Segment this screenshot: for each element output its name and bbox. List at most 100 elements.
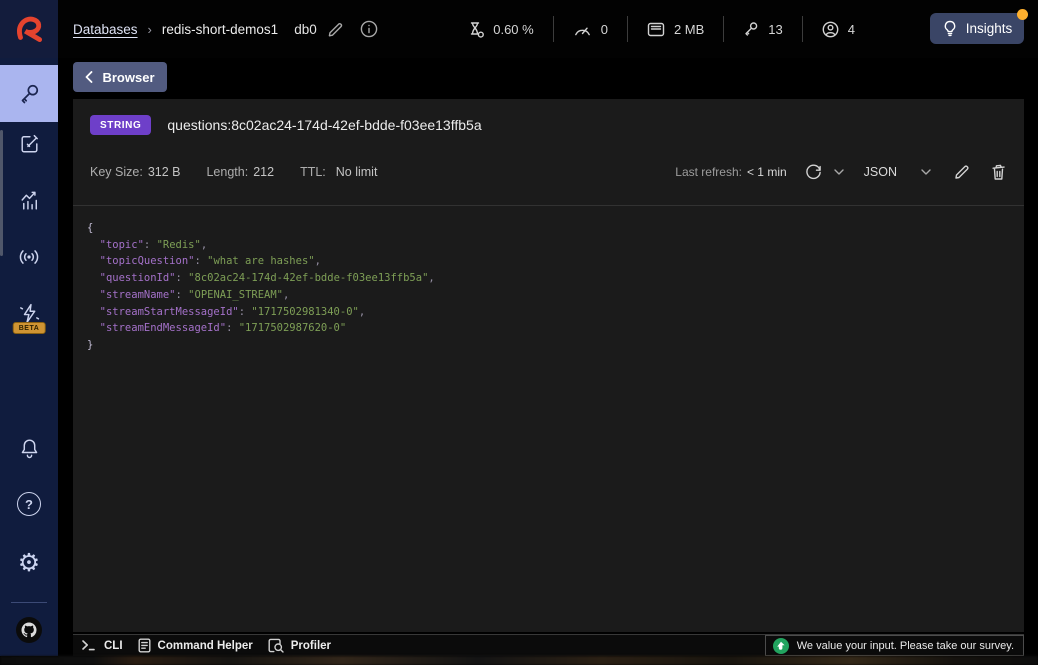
ttl-meta[interactable]: TTL: No limit — [300, 165, 377, 179]
bottom-toolbar: CLI Command Helper Profiler We value you… — [73, 634, 1024, 656]
analytics-chart-icon — [17, 188, 42, 213]
code-token: : — [226, 322, 239, 335]
help-center-button[interactable]: ? — [0, 482, 58, 526]
help-icon: ? — [17, 492, 41, 516]
bell-icon — [17, 436, 42, 461]
breadcrumb-separator: › — [147, 21, 152, 37]
sidebar-item-workbench[interactable] — [0, 121, 58, 165]
cpu-value: 0.60 % — [493, 21, 534, 37]
database-name: redis-short-demos1 — [161, 21, 279, 37]
browser-back-button[interactable]: Browser — [73, 62, 167, 92]
command-helper-button[interactable]: Command Helper — [138, 638, 253, 653]
terminal-icon — [82, 640, 95, 651]
code-token: { — [87, 222, 94, 234]
key-stat-icon — [743, 21, 759, 37]
sidebar-item-analytics[interactable] — [0, 178, 58, 222]
code-token: "what are hashes" — [207, 255, 315, 268]
memory-stat[interactable]: 2 MB — [628, 22, 723, 37]
code-token: } — [87, 338, 94, 351]
auto-refresh-chevron-icon[interactable] — [833, 169, 844, 175]
notification-center-button[interactable] — [0, 426, 58, 470]
code-token: : — [175, 288, 189, 301]
sidebar-item-pubsub[interactable] — [0, 235, 58, 279]
cpu-stat[interactable]: 0.60 % — [449, 21, 552, 38]
edge-scrollbar[interactable] — [0, 130, 3, 256]
code-token: "streamStartMessageId" — [87, 305, 239, 318]
survey-text: We value your input. Please take our sur… — [796, 639, 1014, 652]
value-format-selector[interactable]: JSON — [864, 165, 931, 179]
beta-badge: BETA — [12, 322, 46, 334]
insights-button[interactable]: Insights — [930, 9, 1028, 44]
browser-back-label: Browser — [102, 69, 155, 85]
edit-database-alias-button[interactable] — [327, 21, 344, 38]
edit-value-button[interactable] — [953, 163, 971, 181]
insights-notification-dot — [1017, 9, 1028, 20]
key-size-value: 312 B — [147, 165, 181, 179]
ttl-label: TTL: — [300, 165, 326, 179]
sidebar-divider — [11, 602, 47, 603]
key-meta-row: Key Size: 312 B Length: 212 TTL: No limi… — [90, 159, 1007, 185]
github-icon — [15, 616, 43, 644]
workbench-icon — [17, 131, 42, 156]
lightbulb-icon — [942, 20, 958, 37]
connected-clients-stat[interactable]: 4 — [803, 21, 874, 38]
delete-key-button[interactable] — [990, 163, 1007, 181]
total-keys-stat[interactable]: 13 — [724, 21, 801, 37]
code-token: "topic" — [87, 238, 144, 251]
cli-button[interactable]: CLI — [82, 640, 123, 652]
sidebar-item-browser[interactable] — [0, 65, 58, 122]
code-token: "1717502987620-0" — [238, 322, 347, 335]
code-line: "streamName": "OPENAI_STREAM", — [87, 287, 435, 304]
insights-button-label: Insights — [965, 21, 1013, 36]
database-info-icon[interactable] — [360, 20, 378, 38]
github-button[interactable] — [0, 608, 58, 652]
chevron-down-icon — [921, 169, 931, 175]
chevron-left-icon — [85, 71, 93, 83]
code-token: : — [238, 305, 252, 318]
gear-icon: ⚙ — [17, 547, 41, 577]
last-refresh-value: < 1 min — [746, 165, 787, 179]
connected-clients-value: 4 — [847, 21, 855, 37]
profiler-button[interactable]: Profiler — [268, 638, 331, 653]
key-actions: Last refresh: < 1 min JSON — [675, 163, 1007, 181]
code-token: , — [428, 272, 435, 285]
db-index: db0 — [294, 21, 317, 37]
redis-logo[interactable] — [0, 0, 58, 58]
code-token: "OPENAI_STREAM" — [188, 288, 283, 301]
memory-value: 2 MB — [673, 21, 705, 37]
database-overview-stats: 0.60 % 0 2 MB 13 4 — [449, 0, 874, 58]
code-line: "streamStartMessageId": "1717502981340-0… — [87, 304, 435, 321]
key-size-meta: Key Size: 312 B — [90, 165, 180, 179]
value-content[interactable]: { "topic": "Redis", "topicQuestion": "wh… — [87, 220, 435, 354]
command-helper-label: Command Helper — [157, 639, 253, 652]
code-line: "questionId": "8c02ac24-174d-42ef-bdde-f… — [87, 270, 435, 287]
commands-per-sec-stat[interactable]: 0 — [554, 22, 627, 37]
refresh-button[interactable] — [805, 164, 822, 181]
ttl-value[interactable]: No limit — [336, 165, 378, 179]
code-token: , — [283, 288, 290, 301]
code-token: : — [175, 272, 189, 285]
code-line: } — [87, 337, 435, 354]
code-line: "topic": "Redis", — [87, 237, 435, 254]
redisinsight-app: Databases › redis-short-demos1 db0 0.60 … — [0, 0, 1038, 665]
code-line: "streamEndMessageId": "1717502987620-0" — [87, 320, 435, 337]
code-token: "streamEndMessageId" — [87, 322, 227, 335]
settings-button[interactable]: ⚙ — [0, 540, 58, 584]
code-token: : — [194, 255, 208, 268]
sidebar: BETA ? ⚙ — [0, 58, 58, 656]
breadcrumb-databases-link[interactable]: Databases — [73, 22, 138, 37]
cpu-icon — [468, 21, 485, 38]
desktop-background-sliver — [0, 656, 1038, 665]
code-line: { — [87, 220, 435, 237]
code-token: , — [358, 305, 366, 318]
total-keys-value: 13 — [768, 21, 783, 37]
code-token: , — [314, 255, 321, 268]
gauge-icon — [573, 22, 592, 37]
length-label: Length: — [206, 165, 249, 179]
key-name[interactable]: questions:8c02ac24-174d-42ef-bdde-f03ee1… — [167, 117, 481, 133]
code-token: "streamName" — [87, 288, 176, 301]
code-line: "topicQuestion": "what are hashes", — [87, 253, 435, 270]
value-format-value: JSON — [863, 165, 897, 179]
survey-link[interactable]: We value your input. Please take our sur… — [764, 635, 1024, 656]
key-details-panel: STRING questions:8c02ac24-174d-42ef-bdde… — [73, 99, 1024, 632]
